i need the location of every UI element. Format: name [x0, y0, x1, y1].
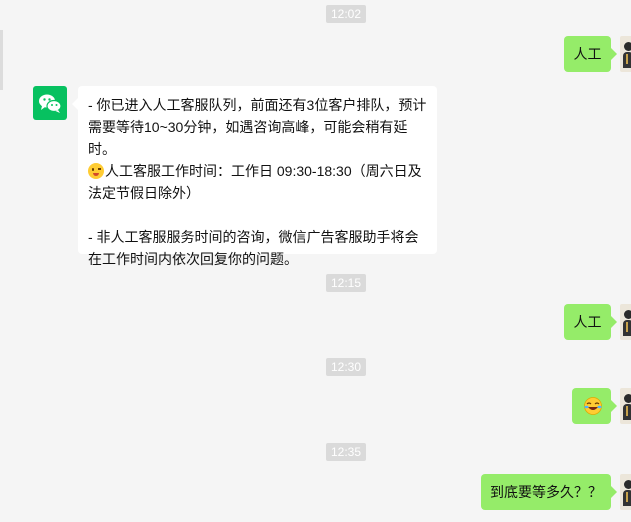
- timestamp: 12:35: [326, 443, 367, 461]
- my-message-bubble[interactable]: 人工: [564, 36, 617, 72]
- my-message-bubble[interactable]: 到底要等多久？？: [481, 474, 617, 510]
- timestamp: 12:15: [326, 274, 367, 292]
- my-avatar[interactable]: [620, 388, 631, 424]
- bot-message-bubble[interactable]: - 你已进入人工客服队列，前面还有3位客户排队，预计需要等待10~30分钟，如遇…: [72, 86, 437, 267]
- timestamp: 12:02: [326, 5, 367, 23]
- bot-message-line-hours: 人工客服工作时间：工作日 09:30-18:30（周六日及法定节假日除外）: [88, 163, 422, 201]
- chat-area: 12:02 人工 - 你已进入人工客服队列，前面还有3位客户排队，预计需要等待1…: [0, 0, 631, 522]
- message-text: 到底要等多久？？: [490, 484, 602, 500]
- message-text: 人工: [573, 314, 602, 330]
- my-avatar[interactable]: [620, 36, 631, 72]
- message-text: 人工: [573, 46, 602, 62]
- my-avatar[interactable]: [620, 474, 631, 510]
- my-message-bubble[interactable]: 人工: [564, 304, 617, 340]
- wechat-logo-icon[interactable]: [33, 86, 67, 120]
- bot-message-line: - 非人工客服服务时间的咨询，微信广告客服助手将会在工作时间内依次回复你的问题。: [88, 229, 419, 267]
- bot-message-line: - 你已进入人工客服队列，前面还有3位客户排队，预计需要等待10~30分钟，如遇…: [88, 97, 427, 157]
- scrollbar[interactable]: [0, 30, 3, 90]
- my-avatar[interactable]: [620, 304, 631, 340]
- timestamp: 12:30: [326, 358, 367, 376]
- crying-laughing-emoji-icon: [583, 396, 603, 416]
- wink-face-emoji-icon: [88, 163, 104, 179]
